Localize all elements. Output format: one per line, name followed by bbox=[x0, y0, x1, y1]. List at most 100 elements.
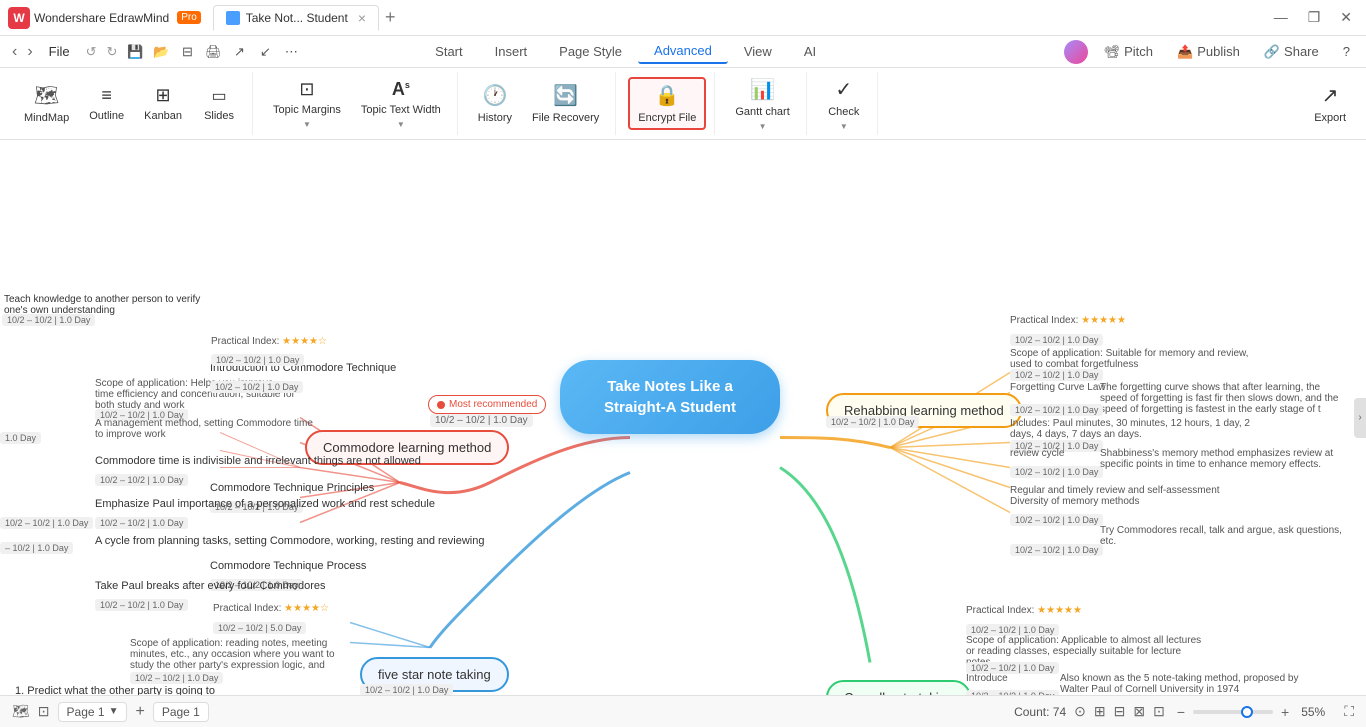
active-tab[interactable]: Take Not... Student × bbox=[213, 5, 379, 31]
canvas[interactable]: Take Notes Like aStraight-A Student Comm… bbox=[0, 140, 1366, 695]
user-avatar[interactable] bbox=[1064, 40, 1088, 64]
regular-review-text: Regular and timely review and self-asses… bbox=[1010, 485, 1220, 496]
zoom-thumb[interactable] bbox=[1241, 706, 1253, 718]
layout-icon-3[interactable]: ⊠ bbox=[1133, 703, 1145, 720]
count-label: Count: 74 bbox=[1014, 705, 1066, 719]
collapse-handle[interactable]: › bbox=[1354, 398, 1366, 438]
page-1-label: Page 1 bbox=[67, 705, 105, 719]
right-actions: 📽 Pitch 📤 Publish 🔗 Share ? bbox=[1064, 40, 1358, 64]
forward-btn[interactable]: › bbox=[23, 41, 36, 63]
folder-icon[interactable]: 📂 bbox=[151, 42, 171, 62]
tab-ai[interactable]: AI bbox=[788, 40, 832, 63]
management-method-text: A management method, setting Commodore t… bbox=[95, 418, 315, 440]
ribbon-btn-topic-text-width[interactable]: As Topic Text Width ▼ bbox=[353, 75, 449, 133]
share-icon: 🔗 bbox=[1264, 44, 1280, 60]
outline-icon: ≡ bbox=[101, 85, 112, 106]
zoom-plus-btn[interactable]: + bbox=[1277, 704, 1293, 720]
ribbon-btn-encrypt-file[interactable]: 🔒 Encrypt File bbox=[628, 77, 706, 130]
redo-btn[interactable]: ↻ bbox=[103, 42, 122, 62]
tab-insert[interactable]: Insert bbox=[479, 40, 544, 63]
export-label: Export bbox=[1314, 112, 1346, 124]
minimize-btn[interactable]: — bbox=[1268, 7, 1294, 28]
ribbon-btn-outline[interactable]: ≡ Outline bbox=[81, 81, 132, 126]
fullscreen-icon[interactable]: ⛶ bbox=[1344, 703, 1354, 720]
add-page-btn[interactable]: + bbox=[135, 703, 144, 721]
date-scope-five: 10/2 – 10/2 | 1.0 Day bbox=[130, 668, 223, 686]
tab-advanced[interactable]: Advanced bbox=[638, 39, 728, 64]
app-logo: W Wondershare EdrawMind Pro bbox=[8, 7, 201, 29]
back-btn[interactable]: ‹ bbox=[8, 41, 21, 63]
pitch-btn[interactable]: 📽 Pitch bbox=[1096, 40, 1161, 64]
publish-btn[interactable]: 📤 Publish bbox=[1169, 40, 1248, 64]
date-introduce: 10/2 – 10/2 | 1.0 Day bbox=[966, 686, 1059, 695]
menu-bar: ‹ › File ↺ ↻ 💾 📂 ⊟ 🖨 ↗ ↙ ⋯ Start Insert … bbox=[0, 36, 1366, 68]
new-tab-btn[interactable]: + bbox=[385, 7, 396, 28]
export-icon[interactable]: ↗ bbox=[229, 42, 249, 62]
ribbon-btn-topic-margins[interactable]: ⊡ Topic Margins ▼ bbox=[265, 75, 349, 133]
logo-icon: W bbox=[8, 7, 30, 29]
print-icon[interactable]: 🖨 bbox=[203, 42, 223, 62]
practical-index-five: Practical Index: ★★★★☆ bbox=[213, 603, 329, 614]
zoom-level: 55% bbox=[1301, 705, 1336, 719]
ribbon-btn-check[interactable]: ✓ Check ▼ bbox=[819, 73, 869, 135]
undo-btn[interactable]: ↺ bbox=[82, 42, 101, 62]
target-icon[interactable]: ⊙ bbox=[1074, 703, 1086, 720]
share-btn[interactable]: 🔗 Share bbox=[1256, 40, 1327, 64]
tab-page-style[interactable]: Page Style bbox=[543, 40, 638, 63]
mindmap-label: MindMap bbox=[24, 112, 69, 124]
help-btn[interactable]: ? bbox=[1335, 40, 1358, 63]
zoom-slider[interactable] bbox=[1193, 710, 1273, 714]
current-page-label: Page 1 bbox=[162, 705, 200, 719]
current-page-btn[interactable]: Page 1 bbox=[153, 702, 209, 722]
date-practical-right: 10/2 – 10/2 | 1.0 Day bbox=[1010, 330, 1103, 348]
import-icon[interactable]: ↙ bbox=[255, 42, 275, 62]
branch-cornell[interactable]: Cornell note-taking bbox=[826, 680, 971, 695]
topic-margins-icon: ⊡ bbox=[299, 79, 314, 100]
ribbon-btn-history[interactable]: 🕐 History bbox=[470, 79, 520, 128]
principles-text: Commodore Technique Principles bbox=[210, 482, 374, 494]
zoom-minus-btn[interactable]: − bbox=[1173, 704, 1189, 720]
review-cycle: review cycle bbox=[1010, 448, 1064, 459]
center-node[interactable]: Take Notes Like aStraight-A Student bbox=[560, 360, 780, 434]
rec-dot bbox=[437, 401, 445, 409]
title-bar: W Wondershare EdrawMind Pro Take Not... … bbox=[0, 0, 1366, 36]
ribbon-group-view-modes: 🗺 MindMap ≡ Outline ⊞ Kanban ▭ Slides bbox=[8, 72, 253, 135]
tab-start[interactable]: Start bbox=[419, 40, 478, 63]
predict-text: 1. Predict what the other party is going… bbox=[15, 685, 225, 695]
ribbon-group-encrypt: 🔒 Encrypt File bbox=[620, 72, 715, 135]
fit-screen-icon[interactable]: ⊡ bbox=[1153, 703, 1165, 720]
more-icon[interactable]: ⋯ bbox=[281, 42, 301, 62]
map-icon[interactable]: 🗺 bbox=[12, 703, 30, 720]
recommended-text: Most recommended bbox=[449, 399, 537, 410]
also-known-text: Also known as the 5 note-taking method, … bbox=[1060, 673, 1310, 695]
zoom-control: − + bbox=[1173, 704, 1293, 720]
pro-badge: Pro bbox=[177, 11, 201, 24]
ribbon: 🗺 MindMap ≡ Outline ⊞ Kanban ▭ Slides ⊡ … bbox=[0, 68, 1366, 140]
template-icon[interactable]: ⊟ bbox=[177, 42, 197, 62]
date-diversity: 10/2 – 10/2 | 1.0 Day bbox=[1010, 510, 1103, 528]
ribbon-btn-gantt-chart[interactable]: 📊 Gantt chart ▼ bbox=[727, 73, 797, 135]
ribbon-btn-file-recovery[interactable]: 🔄 File Recovery bbox=[524, 79, 607, 128]
tab-view[interactable]: View bbox=[728, 40, 788, 63]
indivisible-text: Commodore time is indivisible and irrele… bbox=[95, 455, 421, 467]
ribbon-btn-kanban[interactable]: ⊞ Kanban bbox=[136, 81, 190, 126]
tab-close-btn[interactable]: × bbox=[358, 10, 366, 26]
ribbon-btn-mindmap[interactable]: 🗺 MindMap bbox=[16, 79, 77, 128]
process-text: Commodore Technique Process bbox=[210, 560, 366, 572]
layout-icon-2[interactable]: ⊟ bbox=[1114, 703, 1126, 720]
date-practical-five: 10/2 – 10/2 | 5.0 Day bbox=[213, 618, 306, 636]
maximize-btn[interactable]: ❐ bbox=[1302, 7, 1327, 28]
ribbon-btn-export[interactable]: ↗ Export bbox=[1302, 72, 1358, 135]
layout-icon-1[interactable]: ⊞ bbox=[1094, 703, 1106, 720]
file-menu[interactable]: File bbox=[41, 42, 78, 61]
ribbon-btn-slides[interactable]: ▭ Slides bbox=[194, 82, 244, 126]
close-btn[interactable]: ✕ bbox=[1334, 7, 1358, 28]
save-icon[interactable]: 💾 bbox=[125, 42, 145, 62]
introduce-text: Introduce bbox=[966, 673, 1008, 684]
window-controls: — ❐ ✕ bbox=[1268, 7, 1358, 28]
kanban-label: Kanban bbox=[144, 110, 182, 122]
date-scope-memory: 10/2 – 10/2 | 1.0 Day bbox=[1010, 365, 1103, 383]
ribbon-group-history-recovery: 🕐 History 🔄 File Recovery bbox=[462, 72, 616, 135]
page-1-btn[interactable]: Page 1 ▼ bbox=[58, 702, 128, 722]
fit-icon[interactable]: ⊡ bbox=[38, 703, 50, 720]
